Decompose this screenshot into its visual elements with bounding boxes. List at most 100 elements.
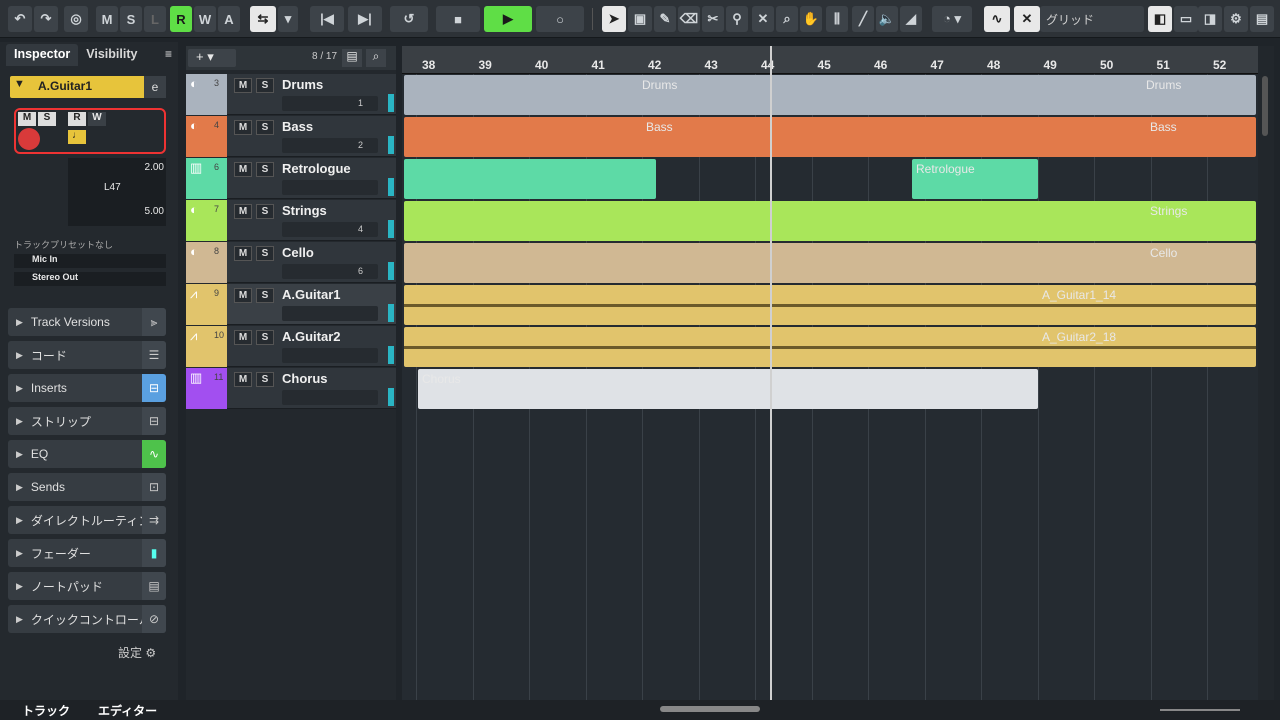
read-button[interactable]: R <box>68 112 86 126</box>
left-zone-icon[interactable]: ◧ <box>1148 6 1172 32</box>
mute-button[interactable]: M <box>234 372 252 387</box>
draw-tool-icon[interactable]: ✎ <box>654 6 676 32</box>
track-controls[interactable]: 4 <box>282 222 378 237</box>
scroll-thumb[interactable] <box>1262 76 1268 136</box>
track-controls[interactable] <box>282 390 378 405</box>
track-row[interactable]: ◐ 4 M S Bass 2 <box>186 116 396 157</box>
mode-w-button[interactable]: W <box>194 6 216 32</box>
track-controls[interactable]: 2 <box>282 138 378 153</box>
grid-type-select[interactable]: グリッド <box>1040 6 1144 32</box>
track-row[interactable]: ⩘ 9 M S A.Guitar1 <box>186 284 396 325</box>
section-chord[interactable]: ▶ コード ☰ <box>8 341 166 369</box>
pointer-tool-icon[interactable]: ➤ <box>602 6 626 32</box>
track-controls[interactable]: 6 <box>282 264 378 279</box>
solo-button[interactable]: S <box>256 120 274 135</box>
track-name[interactable]: Chorus <box>282 371 328 386</box>
hand-tool-icon[interactable]: ✋ <box>800 6 822 32</box>
record-icon[interactable]: ○ <box>536 6 584 32</box>
split-tool-icon[interactable]: ✂ <box>702 6 724 32</box>
solo-button[interactable]: S <box>256 372 274 387</box>
mute-button[interactable]: M <box>234 246 252 261</box>
settings-icon[interactable]: ⚙ <box>1224 6 1248 32</box>
section-strip[interactable]: ▶ ストリップ ⊟ <box>8 407 166 435</box>
section-notepad[interactable]: ▶ ノートパッド ▤ <box>8 572 166 600</box>
go-to-previous-icon[interactable]: |◀ <box>310 6 344 32</box>
track-row[interactable]: ◐ 3 M S Drums 1 <box>186 74 396 115</box>
play-tool-icon[interactable]: 🔈 <box>876 6 898 32</box>
constrain-delay-icon[interactable]: ◎ <box>64 6 88 32</box>
search-icon[interactable]: ⌕ <box>366 49 386 67</box>
mute-button[interactable]: M <box>18 112 36 126</box>
track-preset[interactable]: トラックプリセットなし <box>14 238 166 252</box>
track-name[interactable]: Cello <box>282 245 314 260</box>
track-name[interactable]: Retrologue <box>282 161 351 176</box>
mode-r-button[interactable]: R <box>170 6 192 32</box>
solo-button[interactable]: S <box>256 78 274 93</box>
grid-icon[interactable]: ✕ <box>1014 6 1040 32</box>
write-button[interactable]: W <box>88 112 106 126</box>
mute-button[interactable]: M <box>234 162 252 177</box>
cycle-icon[interactable]: ↺ <box>390 6 428 32</box>
record-enable-icon[interactable] <box>18 128 40 150</box>
window-layout-icon[interactable]: ▤ <box>1250 6 1274 32</box>
inspector-track-name[interactable]: A.Guitar1 <box>10 76 166 98</box>
track-controls[interactable] <box>282 306 378 321</box>
tab-track[interactable]: トラック <box>22 702 70 719</box>
mode-l-button[interactable]: L <box>144 6 166 32</box>
lower-zone-icon[interactable]: ▭ <box>1174 6 1198 32</box>
track-controls[interactable]: 1 <box>282 96 378 111</box>
section-sends[interactable]: ▶ Sends ⊡ <box>8 473 166 501</box>
snap-mode-icon[interactable]: ◔ ▾ <box>932 6 972 32</box>
solo-button[interactable]: S <box>256 162 274 177</box>
right-zone-icon[interactable]: ◨ <box>1198 6 1222 32</box>
color-tool-icon[interactable]: ◢ <box>900 6 922 32</box>
tab-visibility[interactable]: Visibility <box>78 44 145 66</box>
track-name[interactable]: Bass <box>282 119 313 134</box>
project-cursor[interactable] <box>770 46 772 716</box>
collapse-icon[interactable]: ▼ <box>14 78 25 90</box>
event[interactable] <box>404 159 656 199</box>
track-name[interactable]: A.Guitar2 <box>282 329 341 344</box>
event[interactable] <box>404 117 1256 157</box>
solo-button[interactable]: S <box>256 288 274 303</box>
project-window[interactable]: 38 39 40 41 42 43 44 45 46 47 48 49 50 51 52 Drums Drum… <box>402 46 1258 716</box>
track-name[interactable]: Drums <box>282 77 323 92</box>
mute-button[interactable]: M <box>234 120 252 135</box>
tab-editor[interactable]: エディター <box>98 702 157 719</box>
solo-button[interactable]: S <box>256 246 274 261</box>
track-filter-icon[interactable]: ▤ <box>342 49 362 67</box>
volume-pan-panel[interactable]: 2.00 L47 5.00 <box>68 158 166 226</box>
ruler[interactable]: 38 39 40 41 42 43 44 45 46 47 48 49 50 51 52 <box>402 46 1258 74</box>
track-name[interactable]: A.Guitar1 <box>282 287 341 302</box>
add-track-button[interactable]: + ▾ <box>188 49 236 67</box>
track-row[interactable]: ▥ 6 M S Retrologue <box>186 158 396 199</box>
mute-button[interactable]: M <box>234 78 252 93</box>
event[interactable] <box>404 243 1256 283</box>
input-routing[interactable]: Mic In <box>14 254 166 268</box>
undo-icon[interactable]: ↶ <box>8 6 32 32</box>
vertical-scrollbar[interactable] <box>1258 46 1274 716</box>
mute-button[interactable]: M <box>234 204 252 219</box>
event[interactable] <box>404 327 1256 367</box>
mute-tool-icon[interactable]: ✕ <box>752 6 774 32</box>
zoom-tool-icon[interactable]: ⌕ <box>776 6 798 32</box>
redo-icon[interactable]: ↷ <box>34 6 58 32</box>
event[interactable] <box>418 369 1038 409</box>
erase-tool-icon[interactable]: ⌫ <box>678 6 700 32</box>
section-track-versions[interactable]: ▶ Track Versions ⫸ <box>8 308 166 336</box>
section-direct-routing[interactable]: ▶ ダイレクトルーティング ⇉ <box>8 506 166 534</box>
stop-icon[interactable]: ■ <box>436 6 480 32</box>
glue-tool-icon[interactable]: ⚲ <box>726 6 748 32</box>
section-inserts[interactable]: ▶ Inserts ⊟ <box>8 374 166 402</box>
horizontal-scrollbar[interactable] <box>660 706 760 712</box>
mute-button[interactable]: M <box>234 288 252 303</box>
go-to-next-icon[interactable]: ▶| <box>348 6 382 32</box>
track-row[interactable]: ◐ 8 M S Cello 6 <box>186 242 396 283</box>
solo-button[interactable]: S <box>256 204 274 219</box>
edit-instrument-icon[interactable]: e <box>144 76 166 98</box>
event[interactable] <box>404 285 1256 325</box>
autoscroll-icon[interactable]: ⇆ <box>250 6 276 32</box>
track-row[interactable]: ⩘ 10 M S A.Guitar2 <box>186 326 396 367</box>
tab-inspector[interactable]: Inspector <box>6 44 79 66</box>
event[interactable] <box>404 75 1256 115</box>
